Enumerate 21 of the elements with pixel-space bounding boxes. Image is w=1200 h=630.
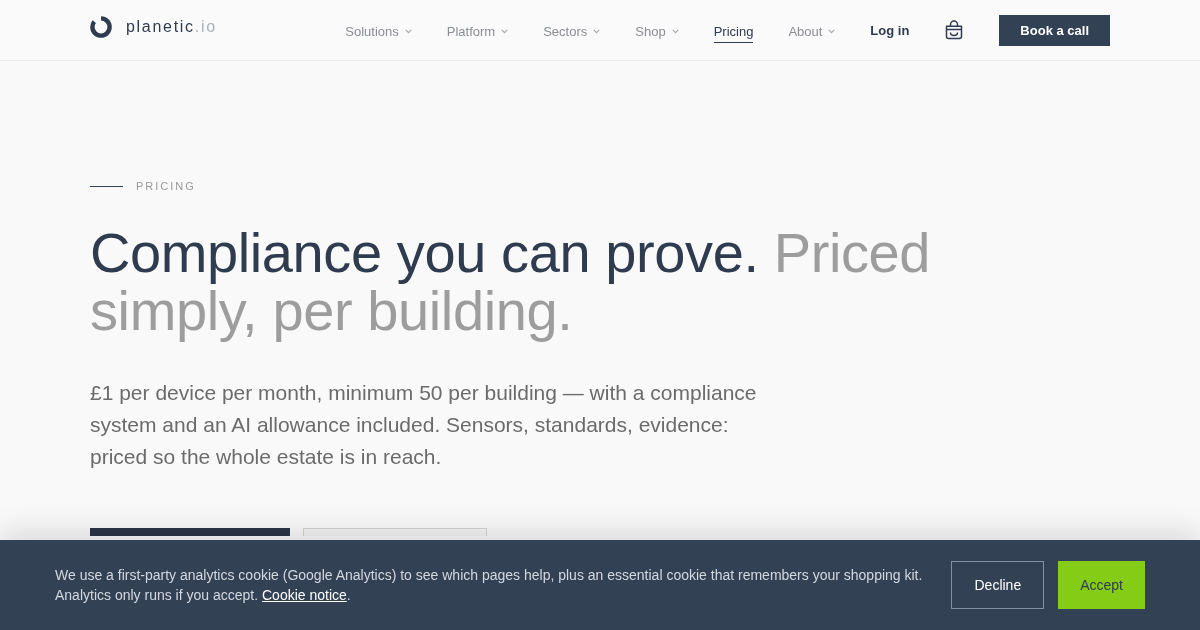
accept-button[interactable]: Accept	[1058, 561, 1145, 609]
chevron-down-icon	[671, 29, 679, 34]
chevron-down-icon	[593, 29, 601, 34]
shopping-bag-icon	[944, 20, 965, 40]
home-logo-link[interactable]: planetic.io	[90, 16, 217, 38]
chevron-down-icon	[828, 29, 836, 34]
cookie-message: We use a first-party analytics cookie (Google Analytics) to see which pages help, plus an essential cookie that remembers your shopping kit. Analytics only runs if you accept. Cookie notice.	[55, 566, 924, 605]
primary-button[interactable]	[90, 528, 290, 536]
ring-icon	[90, 16, 112, 38]
cookie-notice-link[interactable]: Cookie notice	[262, 587, 347, 603]
headline: Compliance you can prove. Priced simply, per building.	[90, 224, 932, 340]
login-link[interactable]: Log in	[870, 22, 910, 38]
cart-button[interactable]	[944, 20, 965, 40]
lead-paragraph: £1 per device per month, minimum 50 per building — with a compliance system and an AI allowance included. Sensors, standards, evidence: priced so the whole estate is in reach.	[90, 380, 758, 470]
decline-button[interactable]: Decline	[951, 561, 1045, 609]
eyebrow-label: PRICING	[136, 180, 196, 192]
nav-link[interactable]: Pricing	[713, 21, 754, 43]
chevron-down-icon	[404, 29, 412, 34]
secondary-button[interactable]	[303, 528, 487, 536]
book-call-button[interactable]: Book a call	[999, 14, 1110, 46]
chevron-down-icon	[501, 29, 509, 34]
